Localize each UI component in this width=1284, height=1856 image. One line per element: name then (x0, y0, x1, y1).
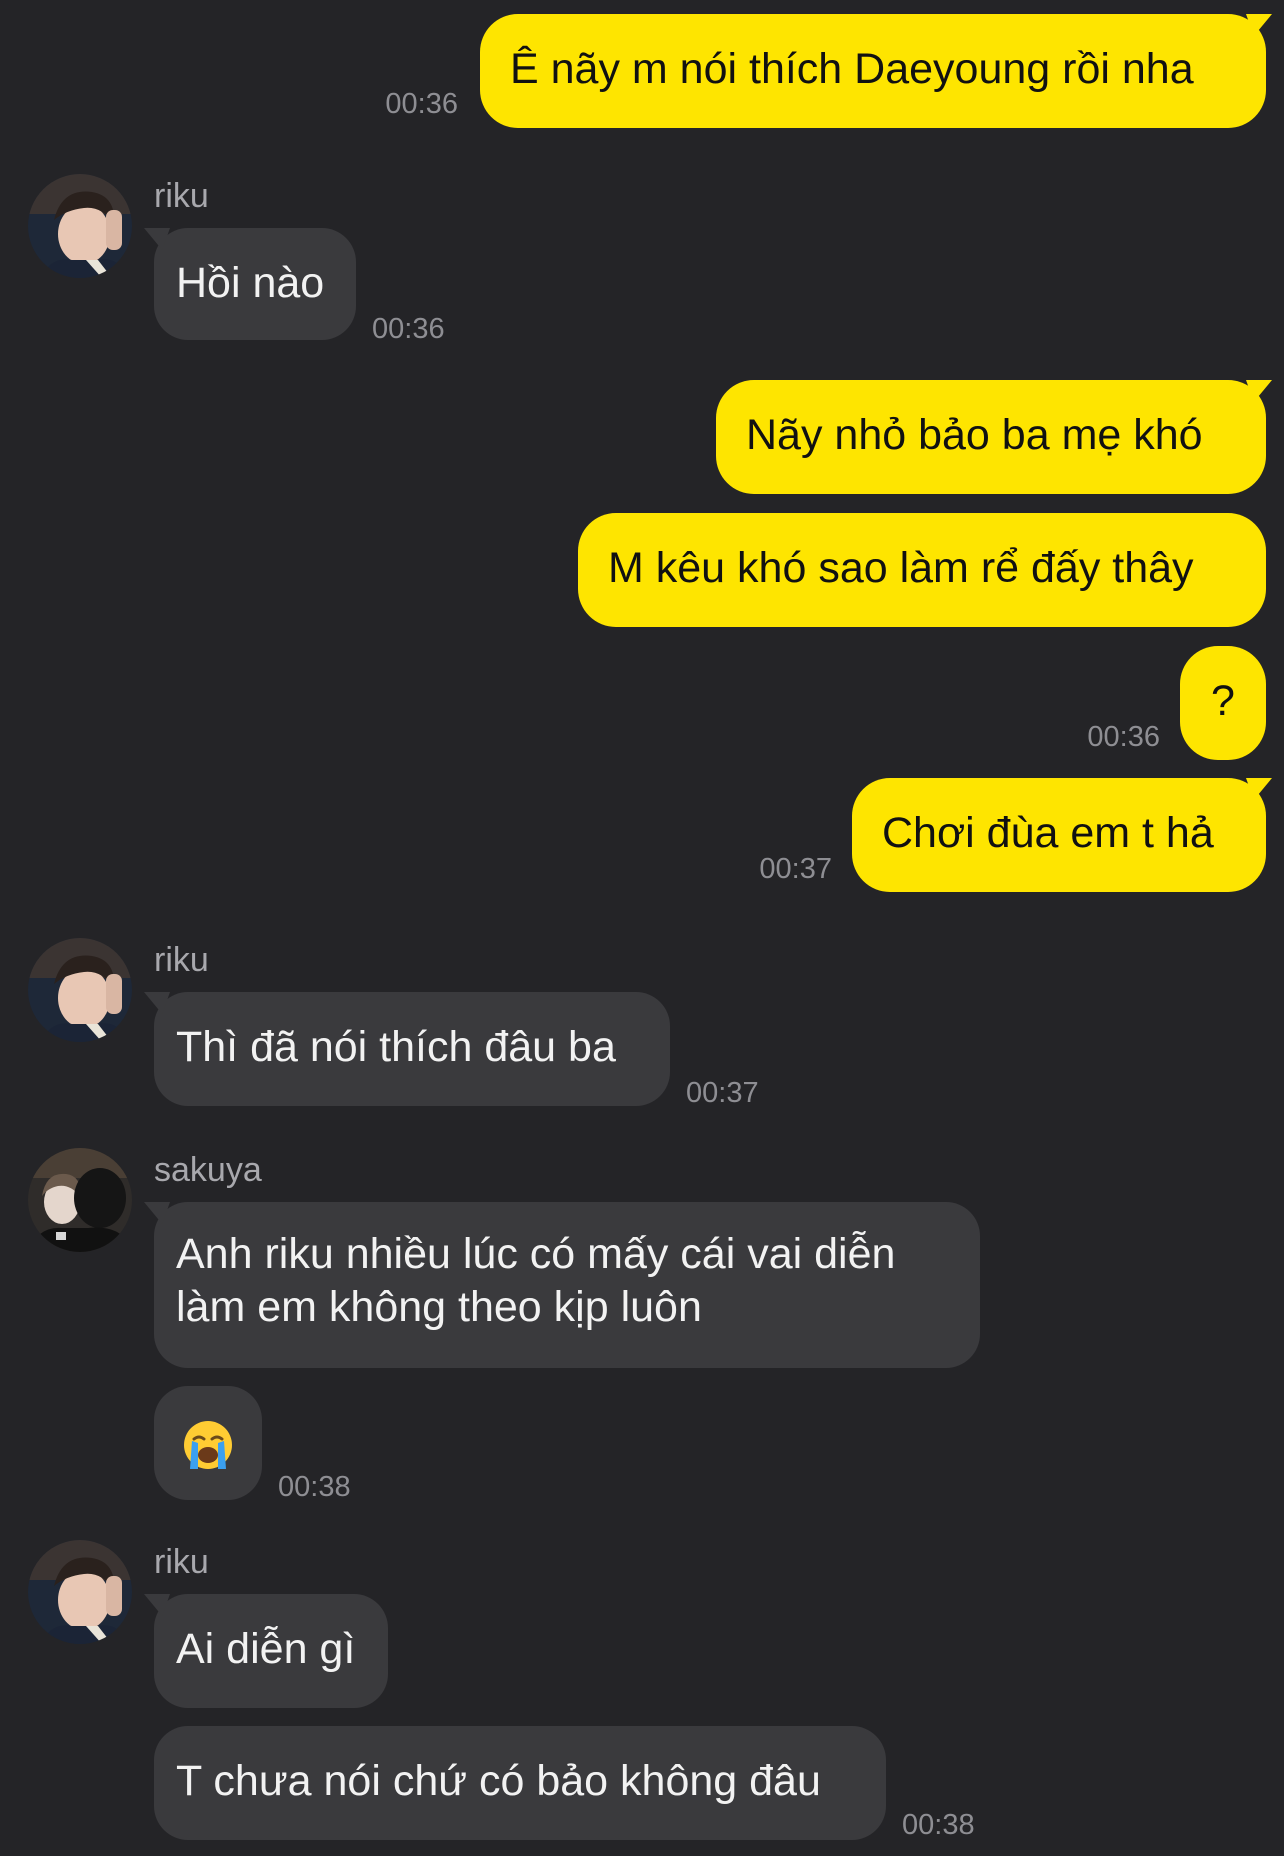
message-text: T chưa nói chứ có bảo không đâu (176, 1757, 821, 1805)
incoming-message-bubble[interactable]: T chưa nói chứ có bảo không đâu (154, 1726, 886, 1840)
message-time: 00:36 (385, 88, 458, 120)
incoming-message-bubble[interactable]: Hồi nào (154, 228, 356, 340)
loudly-crying-face-icon (184, 1420, 232, 1469)
message-time: 00:38 (902, 1809, 975, 1841)
avatar-riku-image (28, 938, 132, 1042)
avatar-riku[interactable] (28, 938, 132, 1042)
sender-name: riku (154, 177, 209, 215)
message-text: Thì đã nói thích đâu ba (176, 1023, 616, 1071)
outgoing-message-bubble[interactable]: ? (1180, 646, 1266, 760)
message-text: Hồi nào (176, 259, 325, 307)
message-text: Ai diễn gì (176, 1625, 356, 1673)
incoming-message-bubble[interactable]: Thì đã nói thích đâu ba (154, 992, 670, 1106)
message-text: Nãy nhỏ bảo ba mẹ khó (746, 411, 1203, 459)
outgoing-message-bubble[interactable]: M kêu khó sao làm rể đấy thây (578, 513, 1266, 627)
message-time: 00:36 (372, 313, 445, 345)
incoming-message-bubble[interactable]: Ai diễn gì (154, 1594, 388, 1708)
message-text: M kêu khó sao làm rể đấy thây (608, 544, 1194, 592)
chat-conversation[interactable]: Ê nãy m nói thích Daeyoung rồi nha 00:36… (0, 0, 1284, 1856)
outgoing-message-bubble[interactable]: Ê nãy m nói thích Daeyoung rồi nha (480, 14, 1266, 128)
message-text: Chơi đùa em t hả (882, 809, 1214, 857)
avatar-riku[interactable] (28, 1540, 132, 1644)
sender-name: riku (154, 1543, 209, 1581)
message-time: 00:37 (686, 1077, 759, 1109)
avatar-riku-image (28, 174, 132, 278)
message-text: ? (1211, 677, 1235, 725)
avatar-riku[interactable] (28, 174, 132, 278)
message-text: Ê nãy m nói thích Daeyoung rồi nha (510, 45, 1194, 93)
message-time: 00:37 (759, 853, 832, 885)
sender-name: sakuya (154, 1151, 262, 1189)
outgoing-message-bubble[interactable]: Nãy nhỏ bảo ba mẹ khó (716, 380, 1266, 494)
outgoing-message-bubble[interactable]: Chơi đùa em t hả (852, 778, 1266, 892)
incoming-message-bubble[interactable]: Anh riku nhiều lúc có mấy cái vai diễn l… (154, 1202, 980, 1368)
message-time: 00:38 (278, 1471, 351, 1503)
incoming-emoji-bubble[interactable] (154, 1386, 262, 1500)
message-time: 00:36 (1087, 721, 1160, 753)
avatar-riku-image (28, 1540, 132, 1644)
sender-name: riku (154, 941, 209, 979)
avatar-sakuya-image (28, 1148, 132, 1252)
avatar-sakuya[interactable] (28, 1148, 132, 1252)
message-text: Anh riku nhiều lúc có mấy cái vai diễn l… (176, 1230, 896, 1331)
